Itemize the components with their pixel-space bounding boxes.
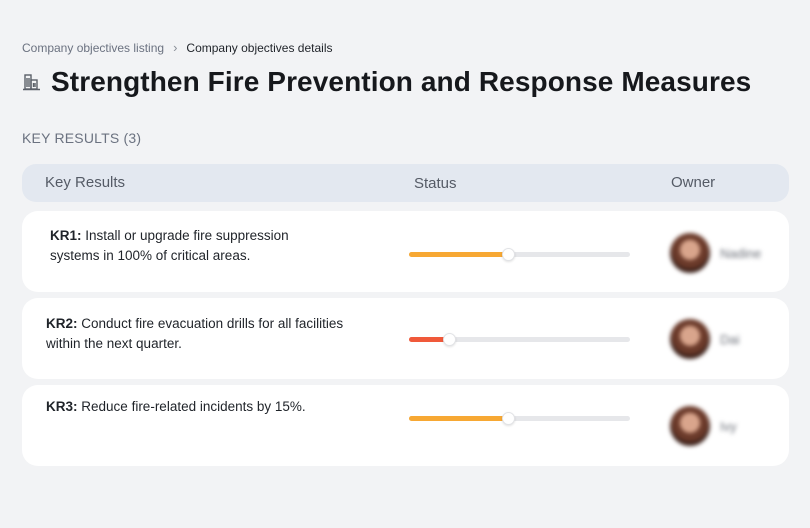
table-header: Key Results Status Owner: [22, 164, 789, 202]
key-result-key: KR1:: [50, 228, 82, 243]
key-results-count-label: KEY RESULTS (3): [22, 130, 142, 146]
owner[interactable]: Dai: [670, 319, 740, 359]
owner-name: Nadine: [720, 245, 762, 261]
key-result-text: KR2: Conduct fire evacuation drills for …: [46, 314, 366, 354]
owner-name: Ivy: [720, 418, 737, 434]
key-result-row[interactable]: KR1: Install or upgrade fire suppression…: [22, 211, 789, 292]
progress-handle[interactable]: [502, 412, 516, 425]
column-header-status: Status: [414, 175, 457, 192]
building-icon: [22, 72, 41, 92]
progress-fill: [409, 252, 509, 257]
page-title: Strengthen Fire Prevention and Response …: [51, 66, 752, 97]
progress-handle[interactable]: [502, 248, 516, 261]
key-result-description: Conduct fire evacuation drills for all f…: [46, 316, 344, 351]
key-result-key: KR2:: [46, 316, 78, 331]
key-result-description: Install or upgrade fire suppression syst…: [50, 228, 289, 263]
owner[interactable]: Ivy: [670, 406, 737, 446]
page-header: Strengthen Fire Prevention and Response …: [22, 66, 751, 98]
key-result-text: KR1: Install or upgrade fire suppression…: [50, 226, 320, 266]
progress-fill: [409, 416, 509, 421]
breadcrumb-current: Company objectives details: [186, 40, 333, 55]
key-result-row[interactable]: KR2: Conduct fire evacuation drills for …: [22, 298, 789, 379]
owner[interactable]: Nadine: [670, 233, 761, 273]
key-result-row[interactable]: KR3: Reduce fire-related incidents by 15…: [22, 385, 789, 466]
avatar: [670, 319, 710, 359]
owner-name: Dai: [720, 331, 740, 347]
progress-handle[interactable]: [442, 333, 456, 346]
avatar: [670, 406, 710, 446]
column-header-key-results: Key Results: [45, 174, 126, 191]
avatar: [670, 233, 710, 273]
key-result-description: Reduce fire-related incidents by 15%.: [81, 399, 306, 414]
progress-bar: [409, 412, 630, 425]
progress-bar: [409, 248, 630, 261]
column-header-owner: Owner: [671, 174, 716, 191]
progress-bar: [409, 333, 630, 346]
key-result-text: KR3: Reduce fire-related incidents by 15…: [46, 397, 366, 417]
breadcrumb: Company objectives listing › Company obj…: [22, 40, 333, 55]
key-result-key: KR3:: [46, 399, 78, 414]
breadcrumb-separator-icon: ›: [173, 40, 178, 55]
breadcrumb-link-listing[interactable]: Company objectives listing: [22, 41, 164, 55]
